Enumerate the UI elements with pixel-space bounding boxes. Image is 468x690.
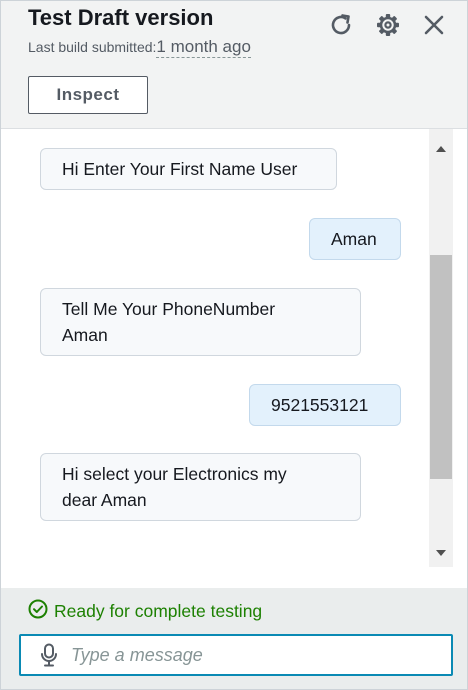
scroll-down-icon[interactable] <box>429 543 453 563</box>
message-text: Aman <box>331 229 377 249</box>
build-time-link[interactable]: 1 month ago <box>156 37 251 58</box>
message-text: Hi select your Electronics my <box>62 464 287 484</box>
scroll-up-icon[interactable] <box>429 138 453 158</box>
panel-footer: Ready for complete testing <box>1 588 467 689</box>
message-text: Tell Me Your PhoneNumber <box>62 299 276 319</box>
inspect-button[interactable]: Inspect <box>28 76 148 114</box>
panel-title: Test Draft version <box>28 5 214 30</box>
gear-icon[interactable] <box>374 11 402 39</box>
user-message: Aman <box>309 218 401 260</box>
status-indicator: Ready for complete testing <box>28 599 262 624</box>
bot-message: Hi Enter Your First Name User <box>40 148 337 190</box>
status-text: Ready for complete testing <box>54 601 263 621</box>
message-text: 9521553121 <box>271 395 369 415</box>
close-icon[interactable] <box>420 11 448 39</box>
message-text: Aman <box>62 325 108 345</box>
bot-message: Hi select your Electronics my dear Aman <box>40 453 361 521</box>
microphone-icon[interactable] <box>35 641 63 669</box>
chat-transcript: Hi Enter Your First Name User Aman Tell … <box>1 129 429 587</box>
build-status-line: Last build submitted:1 month ago <box>28 37 251 58</box>
test-bot-panel: Test Draft version Last build submitted:… <box>0 0 468 690</box>
user-message: 9521553121 <box>249 384 401 426</box>
success-check-icon <box>28 599 48 624</box>
message-input[interactable] <box>69 643 433 667</box>
build-label: Last build submitted: <box>28 39 157 55</box>
scroll-thumb[interactable] <box>430 255 452 479</box>
message-text: dear Aman <box>62 490 147 510</box>
refresh-icon[interactable] <box>327 11 355 39</box>
chat-scrollbar[interactable] <box>429 129 453 567</box>
panel-header: Test Draft version Last build submitted:… <box>1 1 467 129</box>
message-input-box[interactable] <box>19 634 453 676</box>
bot-message: Tell Me Your PhoneNumber Aman <box>40 288 361 356</box>
message-text: Hi Enter Your First Name User <box>62 159 298 179</box>
